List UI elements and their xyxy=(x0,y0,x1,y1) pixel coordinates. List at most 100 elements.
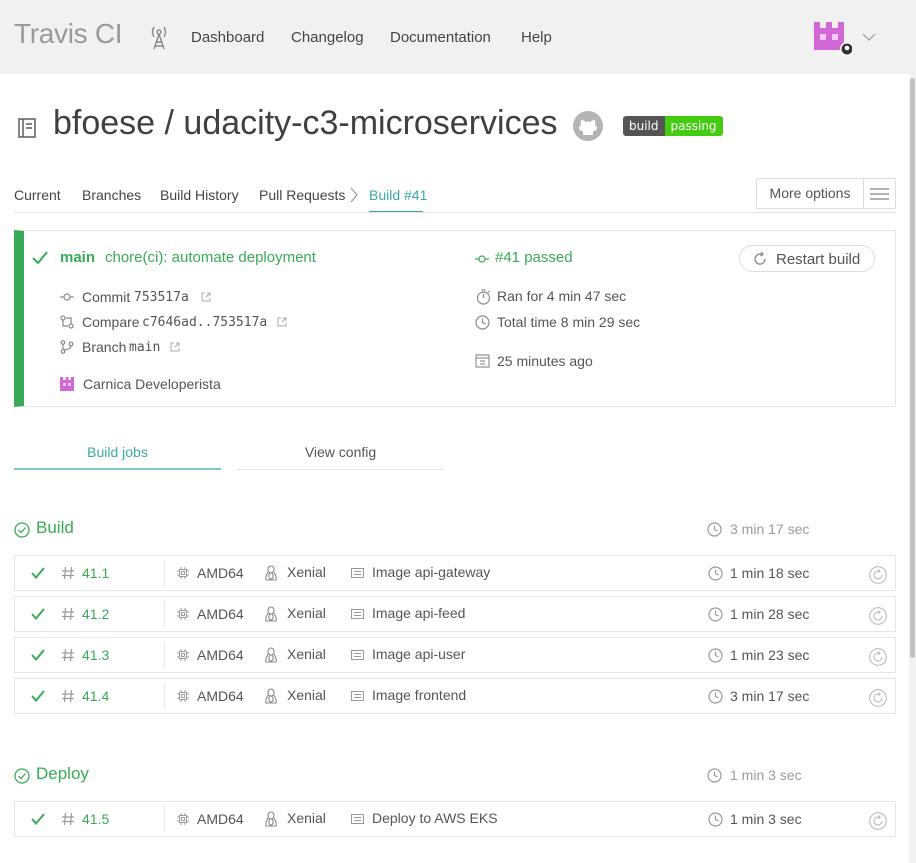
job-divider xyxy=(164,642,165,668)
commit-icon xyxy=(60,293,74,301)
job-row[interactable]: 41.2 AMD64 Xenial Image api-feed 1 min 28 se… xyxy=(14,596,896,632)
ran-for: Ran for 4 min 47 sec xyxy=(497,288,627,304)
external-link-icon[interactable] xyxy=(170,342,180,352)
scrollbar-thumb[interactable] xyxy=(910,78,915,658)
restart-build-button[interactable]: Restart build xyxy=(739,245,875,272)
job-os: Xenial xyxy=(287,564,326,580)
build-branch[interactable]: main xyxy=(60,249,95,266)
user-avatar[interactable] xyxy=(812,20,854,60)
job-os: Xenial xyxy=(287,687,326,703)
check-icon xyxy=(31,690,45,702)
nav-link-help[interactable]: Help xyxy=(521,29,552,46)
job-number[interactable]: 41.5 xyxy=(82,811,109,827)
clock-icon xyxy=(708,689,723,704)
restart-icon[interactable] xyxy=(869,648,887,666)
job-row[interactable]: 41.5 AMD64 Xenial Deploy to AWS EKS 1 min 3 … xyxy=(14,801,896,837)
commit-label: Commit xyxy=(82,289,131,305)
env-icon xyxy=(351,568,364,578)
job-name: Image api-user xyxy=(372,646,466,662)
clock-icon xyxy=(475,315,490,330)
tab-current[interactable]: Current xyxy=(14,187,61,203)
author-name: Carnica Developerista xyxy=(83,376,221,392)
cpu-icon xyxy=(177,690,189,702)
hash-icon xyxy=(62,812,74,826)
clock-icon xyxy=(708,648,723,663)
job-arch: AMD64 xyxy=(197,565,244,581)
chevron-right-icon xyxy=(350,187,358,203)
broadcast-tower-icon[interactable] xyxy=(148,24,170,50)
commit-sha[interactable]: 753517a xyxy=(134,290,189,305)
branch-icon xyxy=(60,340,74,354)
hamburger-menu-icon[interactable] xyxy=(864,179,895,208)
cpu-icon xyxy=(177,813,189,825)
job-row[interactable]: 41.1 AMD64 Xenial Image api-gateway 1 min 18… xyxy=(14,555,896,591)
tab-branches[interactable]: Branches xyxy=(82,187,141,203)
compare-range[interactable]: c7646ad..753517a xyxy=(142,315,267,330)
env-icon xyxy=(351,650,364,660)
badge-status: passing xyxy=(664,116,723,136)
nav-link-documentation[interactable]: Documentation xyxy=(390,29,491,46)
job-divider xyxy=(164,683,165,709)
chevron-down-icon[interactable] xyxy=(862,32,876,42)
brand-logo[interactable]: Travis CI xyxy=(14,18,123,50)
github-icon[interactable] xyxy=(572,110,604,142)
tab-build-history[interactable]: Build History xyxy=(160,187,239,203)
cpu-icon xyxy=(177,608,189,620)
cpu-icon xyxy=(177,649,189,661)
stopwatch-icon xyxy=(476,289,491,305)
job-os: Xenial xyxy=(287,646,326,662)
job-number[interactable]: 41.1 xyxy=(82,565,109,581)
job-number[interactable]: 41.4 xyxy=(82,688,109,704)
job-name: Image api-feed xyxy=(372,605,466,621)
clock-icon xyxy=(707,768,722,783)
job-duration: 3 min 17 sec xyxy=(730,688,810,704)
job-number[interactable]: 41.3 xyxy=(82,647,109,663)
build-status: #41 passed xyxy=(495,249,573,266)
tab-divider xyxy=(14,212,896,213)
stage-title: Deploy xyxy=(36,764,89,783)
job-duration: 1 min 23 sec xyxy=(730,647,810,663)
hash-icon xyxy=(62,566,74,580)
clock-icon xyxy=(707,522,722,537)
job-divider xyxy=(164,806,165,832)
repo-book-icon xyxy=(18,118,36,138)
job-arch: AMD64 xyxy=(197,811,244,827)
more-options-button[interactable]: More options xyxy=(756,178,896,209)
tux-icon xyxy=(265,811,277,827)
tab-view-config[interactable]: View config xyxy=(237,436,444,470)
job-os: Xenial xyxy=(287,810,326,826)
tab-build-jobs[interactable]: Build jobs xyxy=(14,436,221,470)
restart-icon[interactable] xyxy=(869,812,887,830)
job-divider xyxy=(164,560,165,586)
tux-icon xyxy=(265,688,277,704)
badge-label: build xyxy=(623,116,665,136)
job-number[interactable]: 41.2 xyxy=(82,606,109,622)
job-row[interactable]: 41.3 AMD64 Xenial Image api-user 1 min 23 se… xyxy=(14,637,896,673)
job-arch: AMD64 xyxy=(197,606,244,622)
tab-build-41[interactable]: Build #41 xyxy=(369,187,427,203)
job-row[interactable]: 41.4 AMD64 Xenial Image frontend 3 min 17 se… xyxy=(14,678,896,714)
nav-link-changelog[interactable]: Changelog xyxy=(291,29,364,46)
build-status-badge[interactable]: build passing xyxy=(623,116,723,136)
job-duration: 1 min 18 sec xyxy=(730,565,810,581)
clock-icon xyxy=(708,607,723,622)
nav-link-dashboard[interactable]: Dashboard xyxy=(191,29,264,46)
stage-passed-icon xyxy=(14,768,30,784)
commit-icon xyxy=(475,255,489,263)
calendar-icon xyxy=(475,354,490,368)
external-link-icon[interactable] xyxy=(277,317,287,327)
external-link-icon[interactable] xyxy=(201,292,211,302)
repo-title[interactable]: bfoese / udacity-c3-microservices xyxy=(53,104,558,143)
job-divider xyxy=(164,601,165,627)
invader-avatar-icon xyxy=(814,22,854,56)
branch-value[interactable]: main xyxy=(129,340,160,355)
cpu-icon xyxy=(177,567,189,579)
check-icon xyxy=(31,567,45,579)
more-options-label: More options xyxy=(757,179,864,208)
tab-pull-requests[interactable]: Pull Requests xyxy=(259,187,345,203)
restart-icon[interactable] xyxy=(869,689,887,707)
restart-icon[interactable] xyxy=(869,607,887,625)
compare-label: Compare xyxy=(82,314,140,330)
env-icon xyxy=(351,691,364,701)
restart-icon[interactable] xyxy=(869,566,887,584)
